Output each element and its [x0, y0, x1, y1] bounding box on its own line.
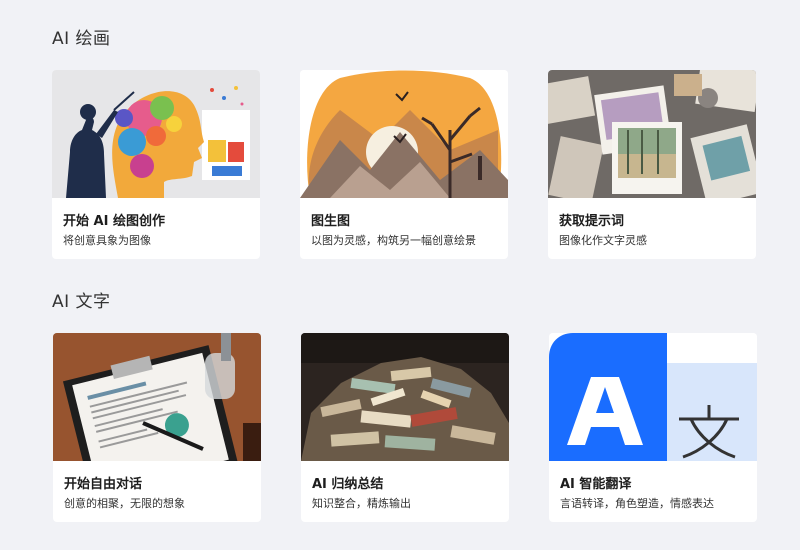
card-description: 创意的相聚，无限的想象: [64, 497, 185, 510]
card-description: 将创意具象为图像: [63, 234, 151, 247]
scattered-photos-illustration: [548, 70, 756, 198]
card-free-chat[interactable]: 开始自由对话 创意的相聚，无限的想象: [53, 333, 261, 522]
card-title: 获取提示词: [559, 214, 625, 229]
card-title: 开始 AI 绘图创作: [63, 214, 165, 229]
section-title-ai-drawing: AI 绘画: [52, 29, 111, 49]
card-ai-summary[interactable]: AI 归纳总结 知识整合，精炼输出: [301, 333, 509, 522]
card-title: 开始自由对话: [64, 477, 143, 492]
card-title: AI 智能翻译: [560, 477, 632, 492]
book-pile-illustration: [301, 333, 509, 461]
translate-icon: [549, 333, 757, 461]
card-description: 言语转译，角色塑造，情感表达: [560, 497, 714, 510]
ai-tools-page: AI 绘画 开始 AI 绘图创作 将创意具象为图像 图生图 以图为灵感，构筑另一…: [0, 0, 800, 550]
card-image-to-image[interactable]: 图生图 以图为灵感，构筑另一幅创意绘景: [300, 70, 508, 259]
card-start-ai-drawing[interactable]: 开始 AI 绘图创作 将创意具象为图像: [52, 70, 260, 259]
card-title: AI 归纳总结: [312, 477, 384, 492]
clipboard-document-pen-illustration: [53, 333, 261, 461]
card-description: 知识整合，精炼输出: [312, 497, 411, 510]
section-title-ai-text: AI 文字: [52, 292, 111, 312]
sunset-mountain-bird-illustration: [300, 70, 508, 198]
card-get-prompt[interactable]: 获取提示词 图像化作文字灵感: [548, 70, 756, 259]
card-title: 图生图: [311, 214, 351, 229]
card-description: 以图为灵感，构筑另一幅创意绘景: [311, 234, 476, 247]
card-ai-translate[interactable]: AI 智能翻译 言语转译，角色塑造，情感表达: [549, 333, 757, 522]
colorful-head-painting-illustration: [52, 70, 260, 198]
card-description: 图像化作文字灵感: [559, 234, 647, 247]
